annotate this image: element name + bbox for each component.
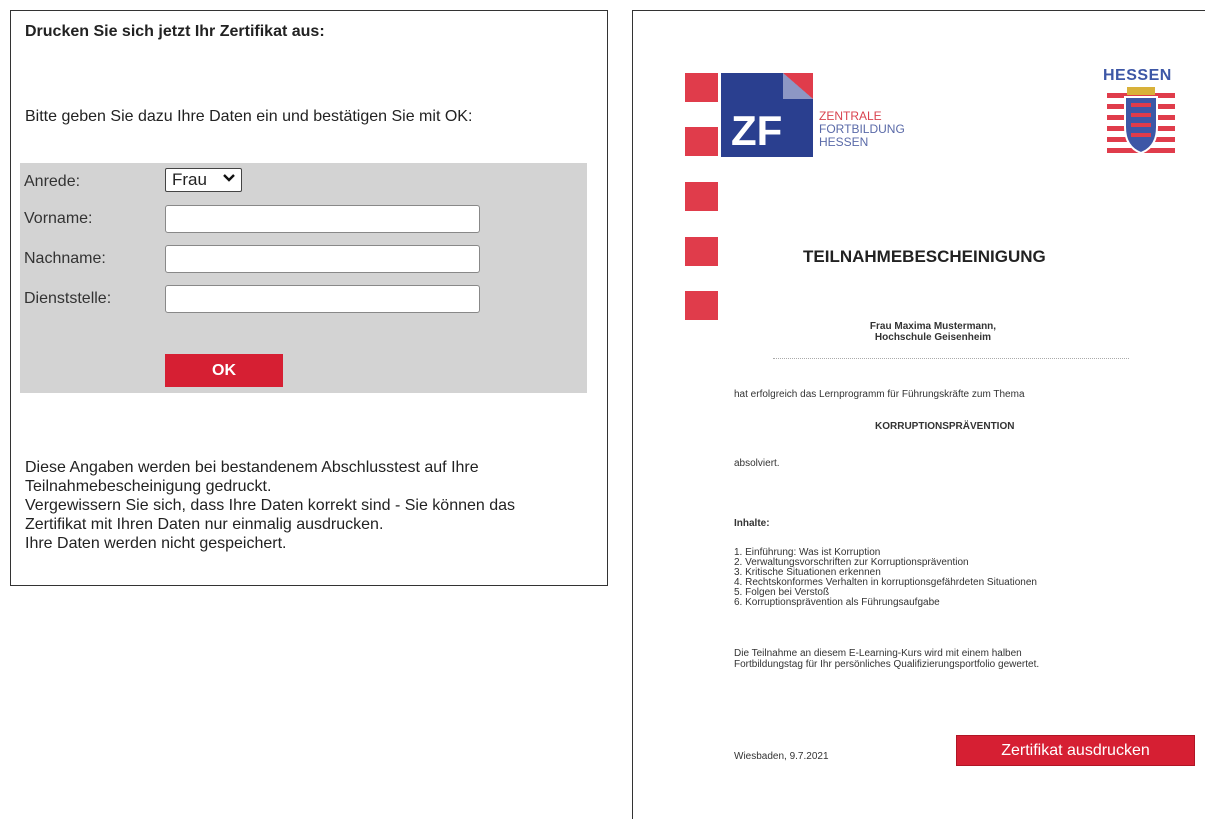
lastname-label: Nachname: — [24, 250, 106, 267]
note-line: Ihre Daten werden nicht gespeichert. — [25, 535, 287, 552]
hessen-label: HESSEN — [1103, 67, 1172, 84]
decor-square — [685, 73, 718, 102]
form-note: Diese Angaben werden bei bestandenem Abs… — [25, 458, 595, 553]
certificate-date: Wiesbaden, 9.7.2021 — [734, 751, 829, 762]
participant-office-line: Hochschule Geisenheim — [874, 332, 992, 343]
salutation-select[interactable]: Frau — [165, 168, 242, 192]
dotted-divider — [773, 358, 1129, 359]
contents-title: Inhalte: — [734, 518, 770, 529]
zf-logo-icon: ZF — [721, 73, 813, 157]
participant-name-line: Frau Maxima Mustermann, — [869, 321, 997, 332]
note-line: Zertifikat mit Ihren Daten nur einmalig … — [25, 516, 384, 533]
completed-text: absolviert. — [734, 458, 780, 469]
note-line: Teilnahmebescheinigung gedruckt. — [25, 478, 272, 495]
course-topic: KORRUPTIONSPRÄVENTION — [875, 421, 1015, 432]
office-input[interactable] — [165, 285, 480, 313]
zf-logo-text: ZENTRALE FORTBILDUNG HESSEN — [819, 110, 905, 149]
decor-square — [685, 182, 718, 211]
note-line: Diese Angaben werden bei bestandenem Abs… — [25, 459, 479, 476]
firstname-input[interactable] — [165, 205, 480, 233]
salutation-label: Anrede: — [24, 173, 81, 190]
decor-square — [685, 237, 718, 266]
zf-line3: HESSEN — [819, 135, 869, 149]
list-item: 6. Korruptionsprävention als Führungsauf… — [734, 597, 940, 608]
office-label: Dienststelle: — [24, 290, 112, 307]
decor-square — [685, 127, 718, 156]
form-heading: Drucken Sie sich jetzt Ihr Zertifikat au… — [25, 23, 325, 40]
zf-mark: ZF — [731, 107, 782, 154]
hessen-crest-icon — [1107, 87, 1175, 161]
form-box: Anrede: Frau Vorname: Nachname: Dienstst… — [20, 163, 587, 393]
portfolio-note: Die Teilnahme an diesem E-Learning-Kurs … — [734, 648, 1039, 670]
success-text: hat erfolgreich das Lernprogramm für Füh… — [734, 389, 1025, 400]
firstname-label: Vorname: — [24, 210, 93, 227]
portfolio-note-line: Fortbildungstag für Ihr persönliches Qua… — [734, 659, 1040, 670]
form-intro: Bitte geben Sie dazu Ihre Daten ein und … — [25, 108, 473, 125]
portfolio-note-line: Die Teilnahme an diesem E-Learning-Kurs … — [734, 648, 1022, 659]
contents-list: 1. Einführung: Was ist Korruption 2. Ver… — [734, 548, 1037, 608]
participant-name: Frau Maxima Mustermann, Hochschule Geise… — [773, 321, 1093, 343]
chevron-down-icon — [223, 171, 235, 188]
print-certificate-button[interactable]: Zertifikat ausdrucken — [956, 735, 1195, 766]
certificate-title: TEILNAHMEBESCHEINIGUNG — [803, 247, 1046, 266]
ok-button[interactable]: OK — [165, 354, 283, 387]
decor-square — [685, 291, 718, 320]
salutation-value: Frau — [172, 170, 207, 189]
note-line: Vergewissern Sie sich, dass Ihre Daten k… — [25, 497, 516, 514]
lastname-input[interactable] — [165, 245, 480, 273]
certificate-preview: ZF ZENTRALE FORTBILDUNG HESSEN HESSEN TE… — [632, 10, 1205, 819]
certificate-form-panel: Drucken Sie sich jetzt Ihr Zertifikat au… — [10, 10, 608, 586]
